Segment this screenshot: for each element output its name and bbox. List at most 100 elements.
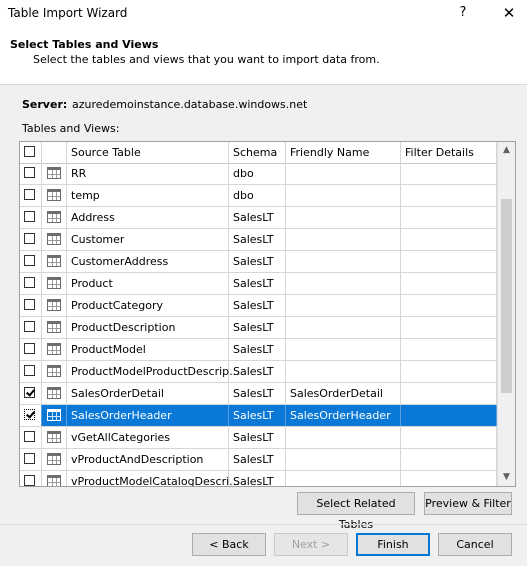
table-row[interactable]: temp dbo bbox=[20, 185, 497, 207]
row-checkbox-cell[interactable] bbox=[20, 229, 42, 250]
table-row[interactable]: ProductDescription SalesLT bbox=[20, 317, 497, 339]
table-row[interactable]: ProductModelProductDescrip... SalesLT bbox=[20, 361, 497, 383]
row-checkbox-cell[interactable] bbox=[20, 449, 42, 470]
source-table-cell[interactable]: ProductModel bbox=[67, 339, 229, 360]
tables-grid[interactable]: Source Table Schema Friendly Name Filter… bbox=[19, 141, 516, 487]
select-related-tables-button[interactable]: Select Related Tables bbox=[297, 492, 415, 531]
filter-details-cell[interactable] bbox=[401, 207, 497, 228]
row-checkbox[interactable] bbox=[24, 233, 35, 244]
filter-details-cell[interactable] bbox=[401, 383, 497, 404]
row-checkbox[interactable] bbox=[24, 453, 35, 464]
row-checkbox[interactable] bbox=[24, 475, 35, 486]
table-row[interactable]: vProductAndDescription SalesLT bbox=[20, 449, 497, 471]
row-checkbox-cell[interactable] bbox=[20, 273, 42, 294]
table-row[interactable]: SalesOrderHeader SalesLT SalesOrderHeader bbox=[20, 405, 497, 427]
friendly-name-cell[interactable] bbox=[286, 471, 401, 486]
row-checkbox[interactable] bbox=[24, 255, 35, 266]
select-all-checkbox[interactable] bbox=[24, 146, 35, 157]
column-header-schema[interactable]: Schema bbox=[229, 142, 286, 163]
row-checkbox[interactable] bbox=[24, 321, 35, 332]
row-checkbox[interactable] bbox=[24, 409, 35, 420]
preview-filter-button[interactable]: Preview & Filter bbox=[424, 492, 512, 515]
friendly-name-cell[interactable] bbox=[286, 295, 401, 316]
source-table-cell[interactable]: CustomerAddress bbox=[67, 251, 229, 272]
row-checkbox[interactable] bbox=[24, 299, 35, 310]
row-checkbox[interactable] bbox=[24, 343, 35, 354]
friendly-name-cell[interactable] bbox=[286, 207, 401, 228]
filter-details-cell[interactable] bbox=[401, 317, 497, 338]
cancel-button[interactable]: Cancel bbox=[438, 533, 512, 556]
table-row[interactable]: Customer SalesLT bbox=[20, 229, 497, 251]
table-row[interactable]: Address SalesLT bbox=[20, 207, 497, 229]
friendly-name-cell[interactable] bbox=[286, 229, 401, 250]
filter-details-cell[interactable] bbox=[401, 295, 497, 316]
column-header-source-table[interactable]: Source Table bbox=[67, 142, 229, 163]
finish-button[interactable]: Finish bbox=[356, 533, 430, 556]
row-checkbox-cell[interactable] bbox=[20, 471, 42, 486]
friendly-name-cell[interactable] bbox=[286, 273, 401, 294]
source-table-cell[interactable]: Product bbox=[67, 273, 229, 294]
filter-details-cell[interactable] bbox=[401, 163, 497, 184]
friendly-name-cell[interactable] bbox=[286, 251, 401, 272]
friendly-name-cell[interactable] bbox=[286, 361, 401, 382]
source-table-cell[interactable]: ProductModelProductDescrip... bbox=[67, 361, 240, 382]
row-checkbox-cell[interactable] bbox=[20, 427, 42, 448]
row-checkbox-cell[interactable] bbox=[20, 251, 42, 272]
next-button[interactable]: Next > bbox=[274, 533, 348, 556]
row-checkbox-cell[interactable] bbox=[20, 383, 42, 404]
row-checkbox-cell[interactable] bbox=[20, 185, 42, 206]
source-table-cell[interactable]: temp bbox=[67, 185, 229, 206]
table-row[interactable]: vGetAllCategories SalesLT bbox=[20, 427, 497, 449]
row-checkbox-cell[interactable] bbox=[20, 361, 42, 382]
row-checkbox[interactable] bbox=[24, 431, 35, 442]
row-checkbox[interactable] bbox=[24, 211, 35, 222]
friendly-name-cell[interactable]: SalesOrderHeader bbox=[286, 405, 401, 426]
filter-details-cell[interactable] bbox=[401, 405, 497, 426]
table-row[interactable]: ProductModel SalesLT bbox=[20, 339, 497, 361]
help-button[interactable]: ? bbox=[452, 2, 474, 24]
row-checkbox[interactable] bbox=[24, 387, 35, 398]
filter-details-cell[interactable] bbox=[401, 273, 497, 294]
friendly-name-cell[interactable] bbox=[286, 317, 401, 338]
row-checkbox-cell[interactable] bbox=[20, 405, 42, 426]
row-checkbox[interactable] bbox=[24, 189, 35, 200]
row-checkbox-cell[interactable] bbox=[20, 163, 42, 184]
friendly-name-cell[interactable] bbox=[286, 163, 401, 184]
scroll-up-icon[interactable]: ▲ bbox=[498, 142, 515, 159]
source-table-cell[interactable]: Address bbox=[67, 207, 229, 228]
friendly-name-cell[interactable]: SalesOrderDetail bbox=[286, 383, 401, 404]
friendly-name-cell[interactable] bbox=[286, 339, 401, 360]
row-checkbox[interactable] bbox=[24, 277, 35, 288]
friendly-name-cell[interactable] bbox=[286, 427, 401, 448]
vertical-scrollbar[interactable]: ▲ ▼ bbox=[497, 142, 515, 486]
column-header-filter-details[interactable]: Filter Details bbox=[401, 142, 497, 163]
table-row[interactable]: Product SalesLT bbox=[20, 273, 497, 295]
scroll-down-icon[interactable]: ▼ bbox=[498, 469, 515, 486]
header-select-all-cell[interactable] bbox=[20, 142, 42, 163]
filter-details-cell[interactable] bbox=[401, 229, 497, 250]
filter-details-cell[interactable] bbox=[401, 251, 497, 272]
source-table-cell[interactable]: vGetAllCategories bbox=[67, 427, 229, 448]
source-table-cell[interactable]: RR bbox=[67, 163, 229, 184]
filter-details-cell[interactable] bbox=[401, 339, 497, 360]
source-table-cell[interactable]: vProductModelCatalogDescri... bbox=[67, 471, 240, 486]
filter-details-cell[interactable] bbox=[401, 361, 497, 382]
row-checkbox-cell[interactable] bbox=[20, 339, 42, 360]
source-table-cell[interactable]: vProductAndDescription bbox=[67, 449, 229, 470]
source-table-cell[interactable]: Customer bbox=[67, 229, 229, 250]
row-checkbox[interactable] bbox=[24, 365, 35, 376]
filter-details-cell[interactable] bbox=[401, 427, 497, 448]
filter-details-cell[interactable] bbox=[401, 471, 497, 486]
back-button[interactable]: < Back bbox=[192, 533, 266, 556]
filter-details-cell[interactable] bbox=[401, 185, 497, 206]
table-row[interactable]: vProductModelCatalogDescri... SalesLT bbox=[20, 471, 497, 486]
table-row[interactable]: RR dbo bbox=[20, 163, 497, 185]
scroll-thumb[interactable] bbox=[501, 199, 512, 393]
table-row[interactable]: SalesOrderDetail SalesLT SalesOrderDetail bbox=[20, 383, 497, 405]
friendly-name-cell[interactable] bbox=[286, 449, 401, 470]
filter-details-cell[interactable] bbox=[401, 449, 497, 470]
source-table-cell[interactable]: SalesOrderHeader bbox=[67, 405, 229, 426]
source-table-cell[interactable]: SalesOrderDetail bbox=[67, 383, 229, 404]
row-checkbox[interactable] bbox=[24, 167, 35, 178]
row-checkbox-cell[interactable] bbox=[20, 207, 42, 228]
